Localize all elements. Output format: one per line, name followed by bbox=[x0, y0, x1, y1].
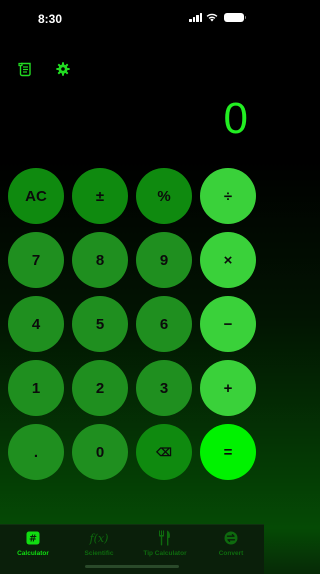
equals-button[interactable]: = bbox=[200, 424, 256, 480]
digit-9-button[interactable]: 9 bbox=[136, 232, 192, 288]
digit-2-button[interactable]: 2 bbox=[72, 360, 128, 416]
home-indicator bbox=[85, 565, 179, 568]
plus-minus-button[interactable]: ± bbox=[72, 168, 128, 224]
keypad: AC ± % ÷ 7 8 9 × 4 5 6 − 1 2 3 + . 0 ⌫ = bbox=[0, 0, 264, 500]
hash-icon: # bbox=[26, 530, 40, 546]
digit-4-button[interactable]: 4 bbox=[8, 296, 64, 352]
digit-0-button[interactable]: 0 bbox=[72, 424, 128, 480]
tab-label: Tip Calculator bbox=[143, 550, 187, 557]
clear-button[interactable]: AC bbox=[8, 168, 64, 224]
tab-convert[interactable]: Convert bbox=[198, 525, 264, 574]
digit-7-button[interactable]: 7 bbox=[8, 232, 64, 288]
minus-button[interactable]: − bbox=[200, 296, 256, 352]
tab-label: Scientific bbox=[84, 550, 114, 557]
digit-5-button[interactable]: 5 bbox=[72, 296, 128, 352]
tab-label: Calculator bbox=[17, 550, 49, 557]
fork-knife-icon bbox=[158, 530, 172, 546]
digit-3-button[interactable]: 3 bbox=[136, 360, 192, 416]
divide-button[interactable]: ÷ bbox=[200, 168, 256, 224]
svg-text:#: # bbox=[29, 534, 37, 545]
convert-icon bbox=[224, 530, 238, 546]
percent-button[interactable]: % bbox=[136, 168, 192, 224]
decimal-button[interactable]: . bbox=[8, 424, 64, 480]
multiply-button[interactable]: × bbox=[200, 232, 256, 288]
tab-calculator[interactable]: # Calculator bbox=[0, 525, 66, 574]
digit-6-button[interactable]: 6 bbox=[136, 296, 192, 352]
digit-8-button[interactable]: 8 bbox=[72, 232, 128, 288]
digit-1-button[interactable]: 1 bbox=[8, 360, 64, 416]
plus-button[interactable]: + bbox=[200, 360, 256, 416]
svg-text:f(x): f(x) bbox=[89, 532, 109, 545]
tab-label: Convert bbox=[218, 550, 244, 557]
backspace-button[interactable]: ⌫ bbox=[136, 424, 192, 480]
function-icon: f(x) bbox=[88, 530, 110, 546]
